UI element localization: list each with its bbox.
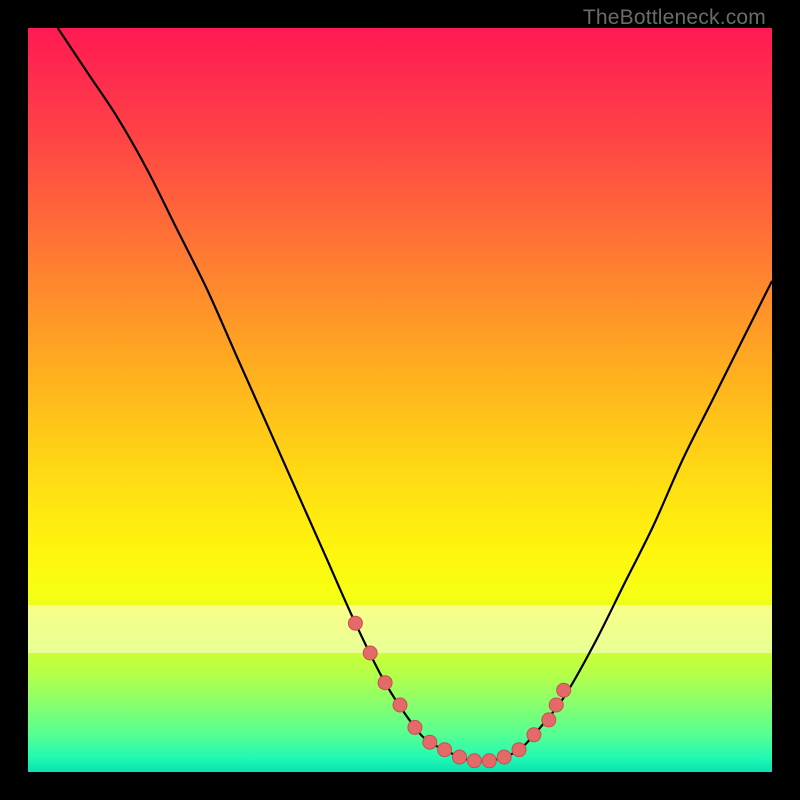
- curve-marker: [527, 728, 541, 742]
- curve-marker: [408, 720, 422, 734]
- curve-marker: [542, 713, 556, 727]
- curve-marker: [497, 750, 511, 764]
- curve-marker: [467, 754, 481, 768]
- curve-marker: [393, 698, 407, 712]
- curve-marker: [512, 743, 526, 757]
- bottleneck-curve-svg: [28, 28, 772, 772]
- curve-marker: [348, 616, 362, 630]
- curve-marker: [363, 646, 377, 660]
- curve-marker: [549, 698, 563, 712]
- bottleneck-curve-path: [58, 28, 772, 761]
- curve-marker: [557, 683, 571, 697]
- curve-marker: [423, 735, 437, 749]
- chart-frame: [28, 28, 772, 772]
- curve-marker: [453, 750, 467, 764]
- watermark-text: TheBottleneck.com: [583, 6, 766, 30]
- curve-markers-group: [348, 616, 570, 768]
- curve-marker: [378, 676, 392, 690]
- curve-marker: [438, 743, 452, 757]
- curve-marker: [482, 754, 496, 768]
